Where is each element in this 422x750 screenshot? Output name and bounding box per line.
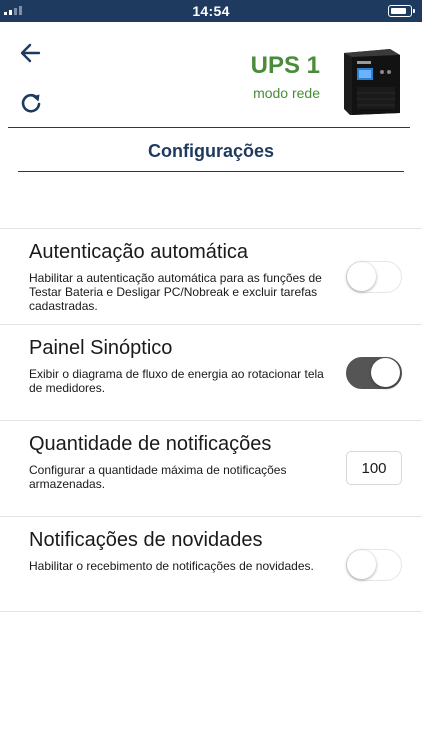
- page-title: Configurações: [147, 141, 275, 161]
- arrow-left-icon: [20, 43, 41, 63]
- title-divider: [18, 171, 404, 172]
- setting-description: Configurar a quantidade máxima de notifi…: [29, 463, 287, 491]
- setting-news-notifications: Notificações de novidades Habilitar o re…: [0, 516, 422, 612]
- setting-description: Habilitar a autenticação automática para…: [29, 271, 322, 313]
- setting-title: Quantidade de notificações: [29, 433, 272, 455]
- ups-device-image: [344, 49, 400, 115]
- refresh-button[interactable]: [18, 90, 44, 116]
- setting-notification-count: Quantidade de notificações Configurar a …: [0, 420, 422, 516]
- setting-title: Notificações de novidades: [29, 529, 263, 551]
- setting-auto-auth: Autenticação automática Habilitar a aute…: [0, 228, 422, 324]
- news-notifications-toggle[interactable]: [346, 549, 402, 581]
- status-time: 14:54: [192, 3, 230, 19]
- status-bar: 14:54: [0, 0, 422, 22]
- back-button[interactable]: [18, 40, 44, 66]
- ups-name: UPS 1: [250, 52, 320, 79]
- notification-count-input[interactable]: [346, 451, 402, 485]
- settings-list: Autenticação automática Habilitar a aute…: [0, 228, 422, 612]
- battery-icon: [388, 5, 415, 17]
- auto-auth-toggle[interactable]: [346, 261, 402, 293]
- header-divider: [8, 127, 410, 128]
- setting-description: Habilitar o recebimento de notificações …: [29, 559, 314, 573]
- setting-title: Painel Sinóptico: [29, 337, 173, 359]
- synoptic-panel-toggle[interactable]: [346, 357, 402, 389]
- ups-mode: modo rede: [253, 85, 320, 101]
- setting-description: Exibir o diagrama de fluxo de energia ao…: [29, 367, 324, 395]
- refresh-icon: [21, 93, 41, 113]
- setting-title: Autenticação automática: [29, 241, 249, 263]
- setting-synoptic-panel: Painel Sinóptico Exibir o diagrama de fl…: [0, 324, 422, 420]
